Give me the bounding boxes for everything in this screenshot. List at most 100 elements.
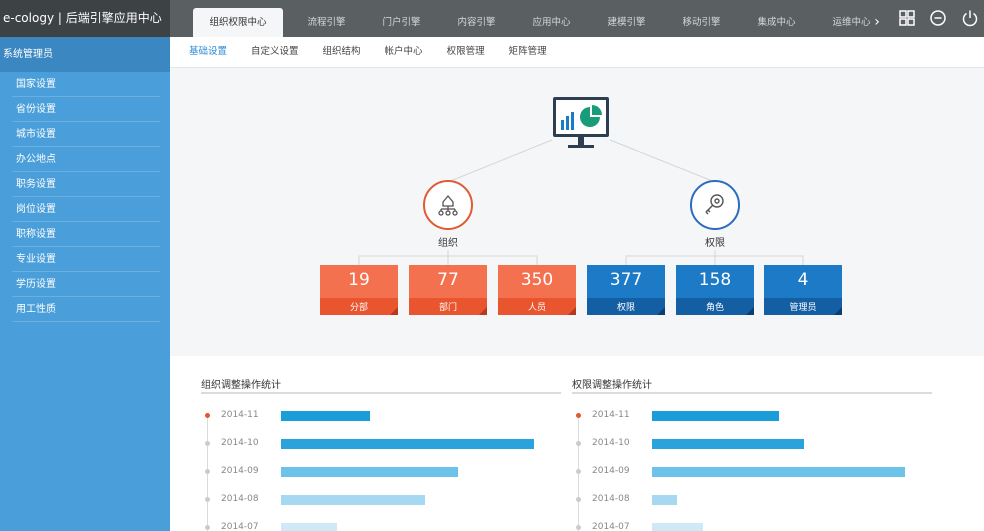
stat-row: 2014-09 (201, 466, 561, 478)
stat-card-value: 4 (797, 270, 809, 290)
stat-bar (281, 495, 425, 505)
card-corner-fold (568, 307, 576, 315)
tab-integration[interactable]: 集成中心 (739, 8, 814, 37)
tab-workflow[interactable]: 流程引擎 (289, 8, 364, 37)
stat-row: 2014-09 (572, 466, 932, 478)
tab-portal[interactable]: 门户引擎 (364, 8, 439, 37)
stat-card-label: 分部 (349, 303, 368, 313)
sidebar-item-education[interactable]: 学历设置 (12, 272, 160, 297)
timeline-dot (576, 525, 581, 530)
sidebar-item-title[interactable]: 职称设置 (12, 222, 160, 247)
subnav-matrix-management[interactable]: 矩阵管理 (509, 37, 547, 67)
timeline-dot (205, 413, 210, 418)
subnav-permission-management[interactable]: 权限管理 (447, 37, 485, 67)
stat-period: 2014-08 (221, 494, 259, 504)
perm-stats-panel: 权限调整操作统计 2014-11 2014-10 2014-09 2014-08… (572, 376, 932, 531)
stat-row: 2014-08 (572, 494, 932, 506)
minus-circle-icon[interactable] (929, 9, 947, 27)
timeline-dot (576, 469, 581, 474)
top-tabs: 组织权限中心 流程引擎 门户引擎 内容引擎 应用中心 建模引擎 移动引擎 集成中… (193, 8, 889, 37)
stat-card-branches[interactable]: 19 分部 (320, 265, 398, 315)
tab-org-permission[interactable]: 组织权限中心 (193, 8, 283, 37)
stats-section: 组织调整操作统计 2014-11 2014-10 2014-09 2014-08… (170, 356, 984, 531)
permission-node[interactable] (690, 180, 740, 230)
overview-diagram: 组织 权限 19 分部 77 部门 350 人员 377 权限 158 角色 4… (170, 68, 984, 356)
org-stats-title: 组织调整操作统计 (201, 376, 561, 394)
stat-period: 2014-09 (592, 466, 630, 476)
stat-card-label: 管理员 (789, 303, 817, 313)
sidebar-item-speciality[interactable]: 专业设置 (12, 247, 160, 272)
sidebar-item-city[interactable]: 城市设置 (12, 122, 160, 147)
subnav-account-center[interactable]: 帐户中心 (385, 37, 423, 67)
org-node[interactable] (423, 180, 473, 230)
stat-row: 2014-07 (201, 522, 561, 531)
stat-card-label: 人员 (527, 303, 546, 313)
stat-bar (281, 523, 337, 531)
stat-card-departments[interactable]: 77 部门 (409, 265, 487, 315)
stat-bar (652, 411, 779, 421)
power-icon[interactable] (961, 9, 979, 27)
stat-card-admins[interactable]: 4 管理员 (764, 265, 842, 315)
subnav-org-structure[interactable]: 组织结构 (323, 37, 361, 67)
stat-card-value: 77 (437, 270, 459, 290)
sidebar-item-province[interactable]: 省份设置 (12, 97, 160, 122)
stat-period: 2014-09 (221, 466, 259, 476)
timeline-dot (205, 525, 210, 530)
org-label: 组织 (438, 238, 458, 249)
tab-mobile[interactable]: 移动引擎 (664, 8, 739, 37)
stat-card-label: 部门 (438, 303, 457, 313)
stat-card-people[interactable]: 350 人员 (498, 265, 576, 315)
sidebar-item-post[interactable]: 岗位设置 (12, 197, 160, 222)
stat-period: 2014-07 (221, 522, 259, 531)
sidebar-title: 系统管理员 (0, 37, 170, 72)
sub-nav: 基础设置 自定义设置 组织结构 帐户中心 权限管理 矩阵管理 (170, 37, 984, 68)
sidebar-item-duty[interactable]: 职务设置 (12, 172, 160, 197)
tab-content[interactable]: 内容引擎 (439, 8, 514, 37)
stat-card-value: 350 (520, 270, 554, 290)
stat-period: 2014-08 (592, 494, 630, 504)
stat-card-roles[interactable]: 158 角色 (676, 265, 754, 315)
perm-stats-title: 权限调整操作统计 (572, 376, 932, 394)
timeline-dot (205, 469, 210, 474)
key-icon (705, 194, 724, 215)
card-corner-fold (746, 307, 754, 315)
stat-card-value: 158 (698, 270, 732, 290)
stat-bar (652, 495, 677, 505)
stat-card-label: 角色 (705, 303, 724, 313)
subnav-basic-settings[interactable]: 基础设置 (189, 37, 227, 67)
sidebar-item-office-location[interactable]: 办公地点 (12, 147, 160, 172)
card-corner-fold (657, 307, 665, 315)
top-bar: e-cology | 后端引擎应用中心 组织权限中心 流程引擎 门户引擎 内容引… (0, 0, 984, 37)
timeline-dot (576, 413, 581, 418)
stat-row: 2014-11 (201, 410, 561, 422)
sidebar-item-country[interactable]: 国家设置 (12, 72, 160, 97)
sidebar-item-employment-type[interactable]: 用工性质 (12, 297, 160, 322)
stat-row: 2014-10 (572, 438, 932, 450)
stat-card-value: 19 (348, 270, 370, 290)
stat-bar (281, 439, 534, 449)
tab-app-center[interactable]: 应用中心 (514, 8, 589, 37)
stat-row: 2014-07 (572, 522, 932, 531)
timeline-dot (205, 497, 210, 502)
tab-modeling[interactable]: 建模引擎 (589, 8, 664, 37)
card-corner-fold (479, 307, 487, 315)
stat-period: 2014-11 (592, 410, 630, 420)
stat-period: 2014-10 (221, 438, 259, 448)
stat-period: 2014-07 (592, 522, 630, 531)
stat-bar (281, 467, 458, 477)
stat-bar (652, 523, 703, 531)
org-tree-icon (438, 194, 458, 216)
app-title: e-cology | 后端引擎应用中心 (0, 0, 170, 37)
stat-card-permissions[interactable]: 377 权限 (587, 265, 665, 315)
subnav-custom-settings[interactable]: 自定义设置 (251, 37, 299, 67)
tabs-next-button[interactable]: › (870, 8, 884, 37)
permission-label: 权限 (705, 238, 725, 249)
org-stats-panel: 组织调整操作统计 2014-11 2014-10 2014-09 2014-08… (201, 376, 561, 531)
stat-bar (652, 467, 905, 477)
stat-card-label: 权限 (616, 303, 635, 313)
grid-icon[interactable] (898, 9, 916, 27)
card-corner-fold (834, 307, 842, 315)
stat-bar (652, 439, 804, 449)
stat-period: 2014-11 (221, 410, 259, 420)
stat-card-value: 377 (609, 270, 643, 290)
